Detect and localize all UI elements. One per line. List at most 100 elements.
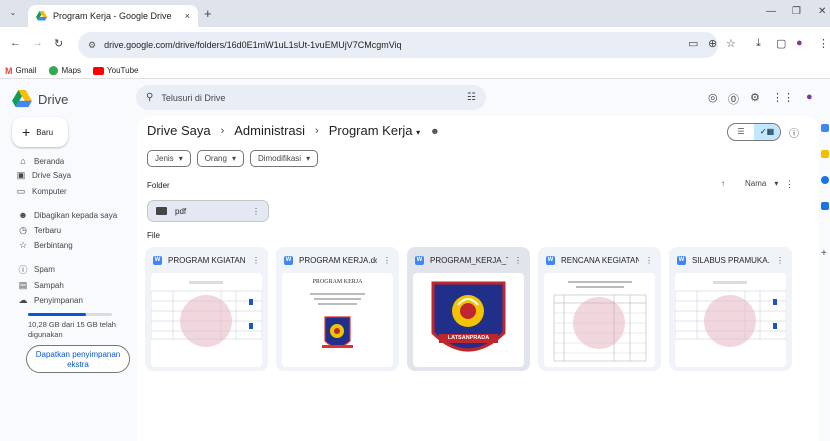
file-card[interactable]: W PROGRAM_KERJA_T... ⋮ LATSANPRADA [407,247,530,371]
main-content: Drive Saya › Administrasi › Program Kerj… [137,116,819,441]
add-addon-icon[interactable]: + [821,249,829,259]
word-doc-icon: W [415,255,424,265]
back-icon[interactable]: ← [10,37,21,49]
nav-item-my-drive[interactable]: ▣ Drive Saya [16,168,71,182]
clock-icon: ◷ [19,224,27,235]
maps-pin-icon: ⬤ [48,65,59,75]
site-info-icon[interactable]: ⚙ [88,40,96,51]
bookmark-star-icon[interactable]: ☆ [726,37,736,50]
doc-preview-title: PROGRAM KERJA [312,279,363,285]
sidepanel-icon[interactable]: ▢ [776,37,786,50]
get-more-storage-button[interactable]: Dapatkan penyimpanan ekstra [26,345,130,373]
profile-avatar-icon[interactable]: ● [796,37,803,49]
grid-view-icon[interactable]: ✓▦ [754,124,780,140]
computer-icon: ▭ [16,185,26,196]
shared-folder-icon[interactable]: ☻ [430,126,439,136]
new-tab-button[interactable]: + [204,6,212,21]
more-options-icon[interactable]: ⋮ [645,256,653,265]
file-card[interactable]: W SILABUS PRAMUKA... ⋮ [669,247,792,371]
chip-label: Dimodifikasi [257,154,302,163]
storage-usage-bar [28,313,112,316]
plus-icon: + [22,124,31,140]
list-view-icon[interactable]: ☰ [728,124,754,140]
tab-search-icon[interactable]: ⌄ [6,8,20,20]
my-drive-icon: ▣ [16,169,26,180]
nav-label: Beranda [34,156,65,166]
forward-icon[interactable]: → [32,37,43,49]
shared-folder-icon [156,207,167,215]
nav-label: Sampah [34,280,64,290]
nav-item-starred[interactable]: ☆ Berbintang [18,238,73,252]
folder-name: pdf [175,206,187,216]
nav-item-spam[interactable]: ⓘ Spam [18,262,54,276]
nav-label: Dibagikan kepada saya [34,210,118,220]
bookmark-maps[interactable]: ⬤ Maps [48,65,81,76]
reload-icon[interactable]: ↻ [54,37,63,50]
file-card[interactable]: W PROGRAM KGIATAN ... ⋮ [145,247,268,371]
apps-grid-icon[interactable]: ⋮⋮ [772,91,794,104]
nav-item-home[interactable]: ⌂ Beranda [18,154,64,168]
browser-tab[interactable]: Program Kerja - Google Drive × [28,5,198,27]
nav-item-shared[interactable]: ☻ Dibagikan kepada saya [18,208,117,222]
file-grid: W PROGRAM KGIATAN ... ⋮ W PROGRAM KERJA.… [145,247,792,371]
nav-label: Terbaru [34,225,62,235]
tasks-icon[interactable] [821,176,829,184]
settings-gear-icon[interactable]: ⚙ [750,91,760,104]
keep-icon[interactable] [821,150,829,158]
restore-icon[interactable]: ❐ [792,6,801,17]
more-options-icon[interactable]: ⋮ [252,207,260,216]
more-options-icon[interactable]: ⋮ [776,256,784,265]
folder-item[interactable]: pdf ⋮ [147,200,269,222]
help-icon[interactable]: ⓪ [728,91,739,107]
bookmark-gmail[interactable]: M Gmail [5,66,36,76]
filter-type-chip[interactable]: Jenis ▾ [147,150,191,167]
more-options-icon[interactable]: ⋮ [383,256,391,265]
logo-preview [431,281,506,352]
account-avatar-icon[interactable]: ● [806,91,813,103]
file-thumbnail [675,273,786,367]
close-window-icon[interactable]: ✕ [818,6,826,17]
storage-usage-fill [28,313,86,316]
file-name: PROGRAM_KERJA_T... [430,255,508,265]
file-card[interactable]: W PROGRAM KERJA.doc ⋮ PROGRAM KERJA [276,247,399,371]
more-options-icon[interactable]: ⋮ [252,256,260,265]
search-icon[interactable]: ⚲ [146,92,153,103]
sort-control[interactable]: ↑ Nama ▾ [721,179,778,188]
contacts-icon[interactable] [821,202,829,210]
chrome-menu-icon[interactable]: ⋮ [818,37,829,50]
cast-icon[interactable]: ▭ [688,37,698,50]
offline-status-icon[interactable]: ◎ [708,91,718,104]
more-options-icon[interactable]: ⋮ [514,256,522,265]
breadcrumb-administrasi[interactable]: Administrasi [234,123,305,138]
cover-preview [310,293,365,348]
nav-item-computers[interactable]: ▭ Komputer [16,184,67,198]
breadcrumb-my-drive[interactable]: Drive Saya [147,123,211,138]
gmail-icon: M [5,65,13,76]
drive-logo[interactable]: Drive [12,90,68,108]
sort-label: Nama [745,179,767,188]
breadcrumb-program-kerja[interactable]: Program Kerja ▾ [329,123,420,138]
minimize-icon[interactable]: — [766,6,776,17]
nav-item-recent[interactable]: ◷ Terbaru [18,223,61,237]
new-button[interactable]: + Baru [12,117,68,147]
filter-modified-chip[interactable]: Dimodifikasi ▾ [249,150,319,167]
search-bar[interactable]: ⚲ ☷ [136,85,486,110]
file-thumbnail: PROGRAM KERJA [282,273,393,367]
nav-item-storage[interactable]: ☁ Penyimpanan [18,293,83,307]
file-thumbnail: LATSANPRADA [413,273,524,367]
calendar-icon[interactable] [821,124,829,132]
nav-label: Penyimpanan [34,295,83,305]
file-card[interactable]: W RENCANA KEGIATAN... ⋮ [538,247,661,371]
search-options-icon[interactable]: ☷ [467,92,476,103]
search-input[interactable] [161,92,460,103]
nav-item-trash[interactable]: ▤ Sampah [18,278,64,292]
address-bar[interactable]: ⚙ drive.google.com/drive/folders/16d0E1m… [78,32,718,58]
details-info-icon[interactable]: ⓘ [789,125,799,140]
filter-people-chip[interactable]: Orang ▾ [196,150,244,167]
download-icon[interactable]: ⤓ [756,37,761,50]
more-options-icon[interactable]: ⋮ [785,179,794,190]
bookmark-youtube[interactable]: YouTube [93,66,138,75]
close-tab-icon[interactable]: × [185,11,190,21]
zoom-icon[interactable]: ⊕ [708,37,717,50]
sort-direction-icon[interactable]: ↑ [721,179,725,188]
